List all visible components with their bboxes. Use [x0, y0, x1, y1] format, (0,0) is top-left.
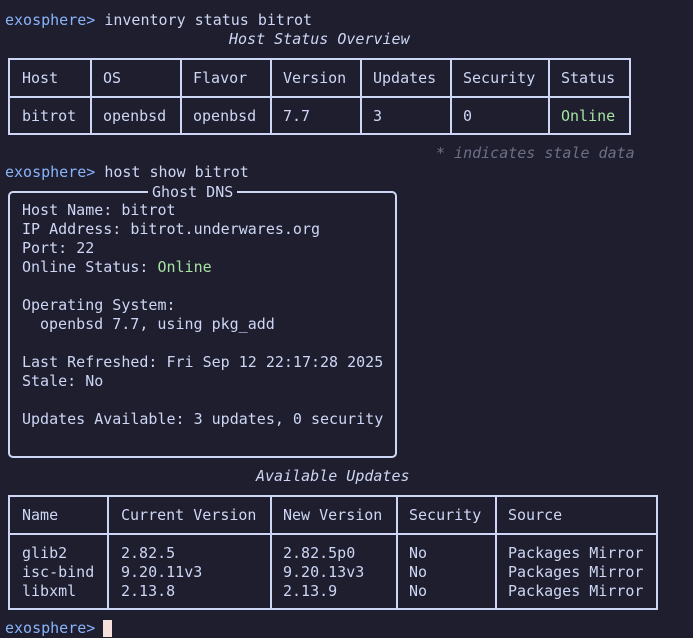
header-name: Name — [22, 506, 59, 524]
online-status-label: Online Status: — [22, 258, 149, 276]
column-divider — [270, 497, 272, 608]
header-flavor: Flavor — [193, 69, 248, 87]
overview-table: Host OS Flavor Version Updates Security … — [8, 58, 631, 135]
header-source: Source — [508, 506, 563, 524]
os-label: Operating System: — [22, 296, 176, 314]
cell-version: 7.7 — [283, 107, 311, 125]
cell-os: openbsd — [103, 107, 167, 125]
header-new-version: New Version — [283, 506, 383, 524]
table-row-security: No — [409, 563, 428, 581]
overview-title: Host Status Overview — [229, 30, 410, 48]
header-status: Status — [561, 69, 616, 87]
updates-available-line: Updates Available: 3 updates, 0 security — [22, 410, 383, 429]
ip-label: IP Address: — [22, 220, 122, 238]
stale-footnote: * indicates stale data — [436, 144, 635, 162]
cell-host: bitrot — [22, 107, 77, 125]
table-row-source: Packages Mirror — [508, 582, 644, 600]
table-row-current: 2.82.5 — [121, 544, 176, 562]
cell-updates: 3 — [373, 107, 383, 125]
terminal-cursor[interactable] — [103, 620, 112, 637]
port-label: Port: — [22, 239, 68, 257]
cell-flavor: openbsd — [193, 107, 257, 125]
column-divider — [450, 60, 452, 133]
header-version: Version — [283, 69, 347, 87]
prompt-label: exosphere> — [5, 163, 96, 181]
prompt-label: exosphere> — [5, 619, 96, 637]
os-value: openbsd 7.7, using pkg_add — [40, 315, 275, 333]
updates-available-label: Updates Available: — [22, 410, 185, 428]
command-line-3[interactable]: exosphere> — [5, 619, 95, 638]
updates-title: Available Updates — [256, 467, 410, 485]
cell-security: 0 — [463, 107, 473, 125]
column-divider — [270, 60, 272, 133]
port-value: 22 — [76, 239, 95, 257]
column-divider — [656, 497, 658, 608]
table-row-name: glib2 — [22, 544, 68, 562]
updates-available-value: 3 updates, 0 security — [193, 410, 384, 428]
port-line: Port: 22 — [22, 239, 94, 258]
table-row-current: 9.20.11v3 — [121, 563, 203, 581]
table-row-current: 2.13.8 — [121, 582, 176, 600]
cell-status: Online — [561, 107, 616, 125]
prompt-label: exosphere> — [5, 11, 96, 29]
header-host: Host — [22, 69, 59, 87]
refreshed-line: Last Refreshed: Fri Sep 12 22:17:28 2025 — [22, 353, 383, 372]
table-row-source: Packages Mirror — [508, 563, 644, 581]
refreshed-label: Last Refreshed: — [22, 353, 158, 371]
header-security: Security — [409, 506, 482, 524]
command-line-2: exosphere> host show bitrot — [5, 163, 249, 182]
command-line-1: exosphere> inventory status bitrot — [5, 11, 312, 30]
header-security: Security — [463, 69, 536, 87]
column-divider — [90, 60, 92, 133]
host-name-value: bitrot — [121, 201, 176, 219]
table-row-source: Packages Mirror — [508, 544, 644, 562]
panel-title: Ghost DNS — [148, 183, 238, 202]
column-divider — [360, 60, 362, 133]
host-name-label: Host Name: — [22, 201, 113, 219]
online-status-value: Online — [157, 258, 212, 276]
table-divider — [10, 96, 629, 98]
table-row-security: No — [409, 582, 428, 600]
column-divider — [107, 497, 109, 608]
command-text: host show bitrot — [104, 163, 249, 181]
column-divider — [495, 497, 497, 608]
stale-line: Stale: No — [22, 372, 103, 391]
host-name-line: Host Name: bitrot — [22, 201, 176, 220]
column-divider — [396, 497, 398, 608]
table-row-new: 9.20.13v3 — [283, 563, 365, 581]
table-row-name: isc-bind — [22, 563, 95, 581]
updates-table: Name Current Version New Version Securit… — [8, 495, 658, 610]
command-text: inventory status bitrot — [104, 11, 313, 29]
header-os: OS — [103, 69, 122, 87]
column-divider — [180, 60, 182, 133]
ip-value: bitrot.underwares.org — [130, 220, 321, 238]
table-row-security: No — [409, 544, 428, 562]
table-row-new: 2.82.5p0 — [283, 544, 356, 562]
stale-value: No — [85, 372, 104, 390]
stale-label: Stale: — [22, 372, 77, 390]
column-divider — [548, 60, 550, 133]
table-row-name: libxml — [22, 582, 77, 600]
refreshed-value: Fri Sep 12 22:17:28 2025 — [166, 353, 384, 371]
header-updates: Updates — [373, 69, 437, 87]
table-row-new: 2.13.9 — [283, 582, 338, 600]
ip-line: IP Address: bitrot.underwares.org — [22, 220, 320, 239]
online-status-line: Online Status: Online — [22, 258, 212, 277]
header-current-version: Current Version — [121, 506, 257, 524]
